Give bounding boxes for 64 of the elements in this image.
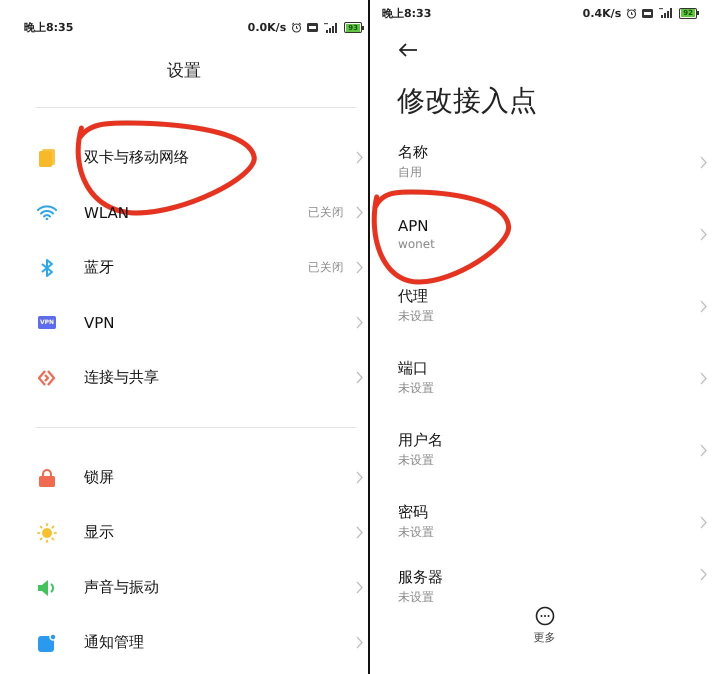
chevron-right-icon — [356, 371, 363, 384]
field-label: 名称 — [398, 143, 429, 162]
settings-item[interactable]: 双卡与移动网络 — [84, 148, 189, 167]
field-label: 密码 — [398, 503, 429, 522]
wifi-icon — [37, 205, 57, 220]
settings-item[interactable]: 蓝牙 — [84, 258, 114, 277]
status-text: 已关闭 — [308, 260, 344, 275]
chevron-right-icon — [700, 300, 707, 312]
field-value: 未设置 — [398, 452, 435, 469]
chevron-right-icon — [356, 526, 363, 539]
alarm-clock-icon — [626, 8, 638, 18]
chevron-right-icon — [356, 471, 363, 484]
field-value: 未设置 — [398, 524, 435, 541]
settings-item[interactable]: 连接与共享 — [84, 368, 159, 387]
alarm-clock-icon — [291, 22, 302, 33]
field-label: 代理 — [398, 287, 429, 306]
settings-item[interactable]: 通知管理 — [84, 633, 144, 652]
chevron-right-icon — [356, 316, 363, 329]
chevron-right-icon — [356, 636, 363, 649]
screen-title: 修改接入点 — [396, 83, 538, 114]
status-time: 晚上8:35 — [24, 20, 74, 35]
settings-item[interactable]: 锁屏 — [84, 468, 114, 487]
settings-item[interactable]: 显示 — [84, 523, 114, 542]
field-label: 端口 — [398, 359, 429, 378]
chevron-right-icon — [700, 372, 707, 384]
chevron-right-icon — [700, 444, 707, 456]
chevron-right-icon — [356, 206, 363, 219]
field-value: 未设置 — [398, 380, 435, 397]
field-value: 自用 — [398, 164, 423, 181]
settings-item[interactable]: VPN — [84, 314, 115, 332]
speaker-icon — [37, 578, 57, 596]
chevron-right-icon — [356, 581, 363, 594]
notification-icon — [38, 634, 56, 652]
bluetooth-icon — [41, 258, 53, 276]
status-time: 晚上8:33 — [382, 6, 432, 20]
lock-icon — [39, 468, 55, 486]
more-button[interactable]: 更多 — [534, 606, 556, 645]
chevron-right-icon — [700, 568, 707, 581]
share-icon — [38, 370, 56, 386]
status-text: 已关闭 — [308, 205, 344, 220]
screen-title: 设置 — [166, 60, 202, 82]
hd-icon — [307, 23, 318, 32]
field-value: 未设置 — [398, 308, 435, 325]
chevron-right-icon — [700, 516, 707, 528]
sun-icon — [37, 522, 57, 542]
field-label: 服务器 — [398, 568, 444, 587]
more-icon — [534, 606, 554, 626]
sim-card-icon — [39, 148, 55, 166]
back-arrow-icon[interactable] — [398, 43, 418, 57]
signal-icon — [658, 8, 674, 18]
hd-icon — [642, 8, 654, 18]
chevron-right-icon — [356, 261, 363, 274]
field-label: APN — [398, 217, 430, 235]
chevron-right-icon — [356, 151, 363, 164]
field-value: wonet — [398, 237, 436, 251]
chevron-right-icon — [700, 228, 707, 240]
settings-item[interactable]: WLAN — [84, 204, 130, 222]
settings-item[interactable]: 声音与振动 — [84, 578, 159, 597]
chevron-right-icon — [700, 156, 707, 168]
signal-icon — [323, 22, 340, 32]
network-speed: 0.0K/s — [248, 21, 286, 34]
network-speed: 0.4K/s — [582, 6, 622, 20]
field-value: 未设置 — [398, 589, 435, 606]
field-label: 用户名 — [398, 431, 444, 450]
